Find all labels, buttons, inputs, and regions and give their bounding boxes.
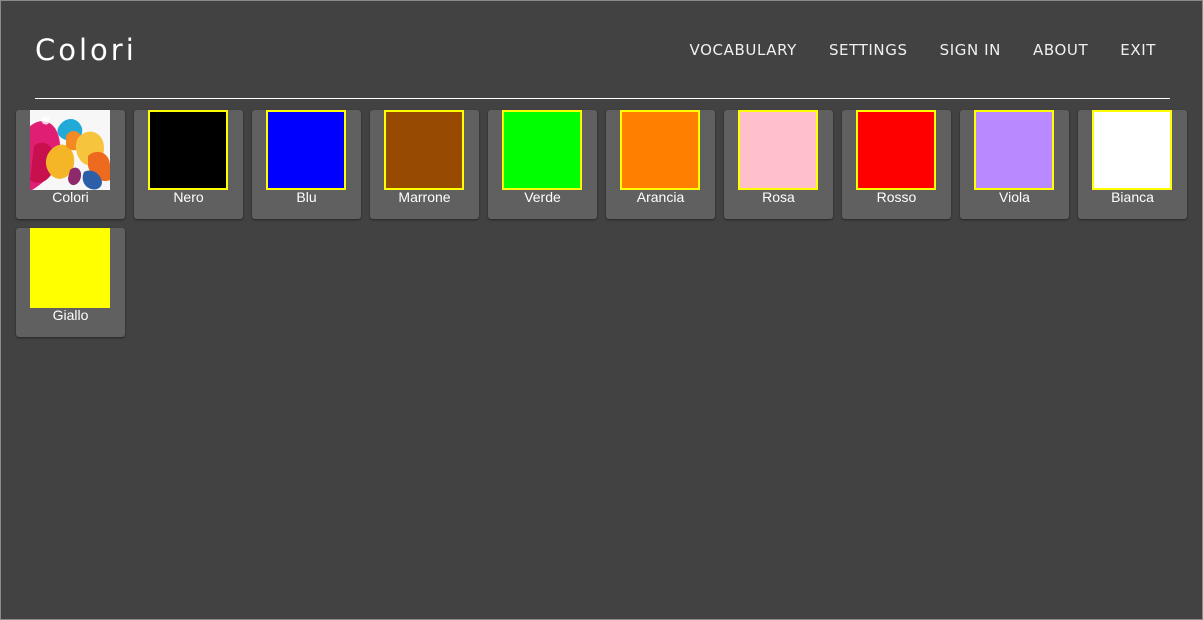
header: Colori VOCABULARY SETTINGS SIGN IN ABOUT…	[1, 1, 1202, 99]
color-swatch	[738, 110, 818, 190]
card-label: Colori	[52, 189, 89, 205]
nav-settings[interactable]: SETTINGS	[829, 39, 908, 61]
color-swatch	[620, 110, 700, 190]
color-swatch	[30, 228, 110, 308]
nav-sign-in[interactable]: SIGN IN	[940, 39, 1001, 61]
color-swatch	[1092, 110, 1172, 190]
nav-exit[interactable]: EXIT	[1120, 39, 1156, 61]
card-label: Marrone	[398, 189, 451, 205]
card-verde[interactable]: Verde	[488, 110, 597, 219]
card-label: Bianca	[1111, 189, 1154, 205]
card-rosa[interactable]: Rosa	[724, 110, 833, 219]
card-label: Viola	[999, 189, 1030, 205]
card-colori[interactable]: Colori	[16, 110, 125, 219]
app-title[interactable]: Colori	[35, 30, 137, 70]
card-label: Verde	[524, 189, 561, 205]
card-arancia[interactable]: Arancia	[606, 110, 715, 219]
ink-splash-icon	[30, 110, 110, 190]
card-label: Rosso	[876, 189, 917, 205]
card-blu[interactable]: Blu	[252, 110, 361, 219]
color-swatch	[148, 110, 228, 190]
color-swatch	[384, 110, 464, 190]
nav-vocabulary[interactable]: VOCABULARY	[690, 39, 797, 61]
card-label: Nero	[173, 189, 204, 205]
card-giallo[interactable]: Giallo	[16, 228, 125, 337]
card-marrone[interactable]: Marrone	[370, 110, 479, 219]
card-viola[interactable]: Viola	[960, 110, 1069, 219]
color-grid: Colori Nero Blu Marrone Verde Arancia Ro…	[16, 110, 1196, 337]
nav-about[interactable]: ABOUT	[1033, 39, 1088, 61]
app-window: Colori VOCABULARY SETTINGS SIGN IN ABOUT…	[0, 0, 1203, 620]
card-label: Giallo	[52, 307, 89, 323]
card-label: Rosa	[762, 189, 795, 205]
card-nero[interactable]: Nero	[134, 110, 243, 219]
card-bianca[interactable]: Bianca	[1078, 110, 1187, 219]
card-label: Blu	[296, 189, 317, 205]
card-label: Arancia	[636, 189, 685, 205]
header-divider	[35, 98, 1170, 99]
card-rosso[interactable]: Rosso	[842, 110, 951, 219]
color-swatch	[856, 110, 936, 190]
top-nav: VOCABULARY SETTINGS SIGN IN ABOUT EXIT	[690, 39, 1156, 61]
color-swatch	[502, 110, 582, 190]
color-swatch	[266, 110, 346, 190]
ink-splash-image	[30, 110, 110, 190]
color-swatch	[974, 110, 1054, 190]
